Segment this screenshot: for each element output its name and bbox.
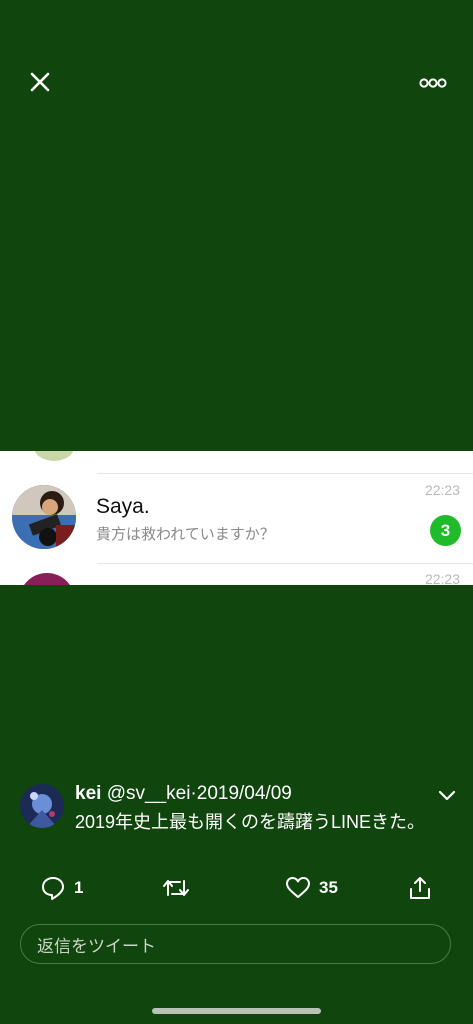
reply-input[interactable]: 返信をツイート [20,924,451,964]
retweet-icon [163,880,189,896]
avatar-illustration [12,485,76,549]
share-icon [410,877,430,899]
partial-chat-avatar [34,451,74,461]
share-button[interactable] [407,874,433,902]
chat-time: 22:23 [424,571,460,585]
reply-icon [42,877,64,900]
chat-time: 22:23 [424,482,460,498]
retweet-button[interactable] [161,874,191,902]
like-button[interactable]: 35 [285,874,338,902]
reply-placeholder: 返信をツイート [37,936,156,956]
chat-avatar [12,485,76,549]
tweet-text: 2019年史上最も開くのを躊躇うLINEきた。 [75,812,426,832]
unread-badge: 3 [430,515,461,546]
tweet-media-image[interactable]: Saya. 貴方は救われていますか？ 22:23 3 22:23 [0,451,473,585]
heart-icon [286,877,310,898]
chat-name: Saya. [96,495,150,518]
home-indicator[interactable] [152,1008,321,1014]
author-name[interactable]: kei [75,783,101,804]
reply-count: 1 [74,878,84,897]
divider [97,473,473,474]
close-icon [30,72,50,92]
like-count: 35 [319,878,338,897]
chevron-down-icon [438,790,456,801]
more-options-icon [419,78,447,88]
tweet-header: kei @sv__kei·2019/04/09 [75,783,292,805]
reply-button[interactable]: 1 [40,874,83,902]
more-options-button[interactable] [414,70,452,96]
tweet-menu-button[interactable] [437,786,457,804]
author-handle[interactable]: @sv__kei [107,783,191,804]
avatar[interactable] [20,784,64,828]
close-button[interactable] [24,66,56,98]
chat-preview: 貴方は救われていますか？ [96,526,275,543]
avatar-illustration [20,784,64,828]
divider [97,563,473,564]
partial-chat-avatar [19,573,75,585]
tweet-date: 2019/04/09 [196,783,292,804]
